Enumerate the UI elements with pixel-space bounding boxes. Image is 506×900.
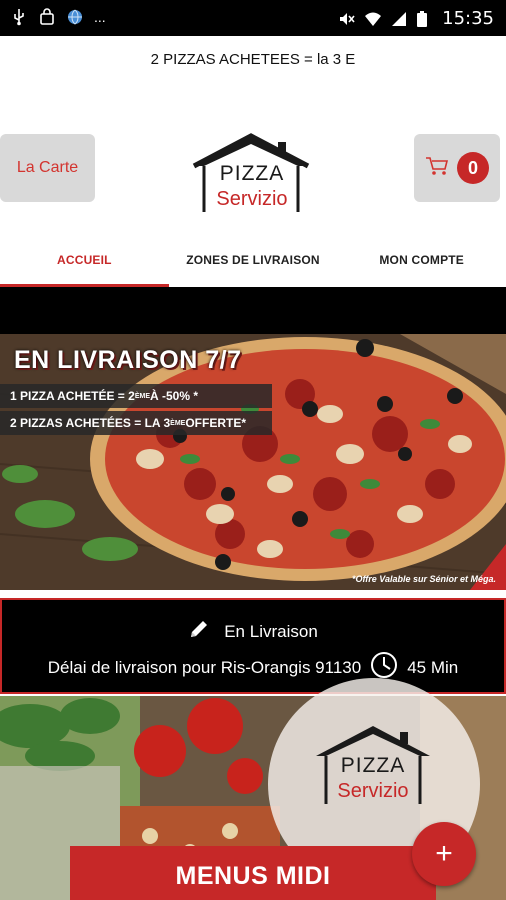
delivery-info[interactable]: En Livraison Délai de livraison pour Ris… (0, 598, 506, 694)
status-bar: ... 15:35 (0, 0, 506, 36)
delivery-time: 45 Min (407, 657, 459, 677)
black-band (0, 287, 506, 334)
pizza-servizio-logo[interactable]: PIZZA Servizio (186, 132, 316, 216)
tab-label: MON COMPTE (379, 252, 465, 267)
status-bar-left: ... (10, 8, 106, 26)
app-header: La Carte PIZZA Servizio 0 (0, 82, 506, 232)
delivery-delay-row: Délai de livraison pour Ris-Orangis 9113… (2, 650, 504, 685)
promo-line-2: 2 PIZZAS ACHETÉES = LA 3 ÈME OFFERTE* (0, 411, 272, 435)
delivery-mode-row: En Livraison (2, 618, 504, 645)
globe-icon (66, 8, 84, 26)
main-tabs: ACCUEIL ZONES DE LIVRAISON MON COMPTE (0, 232, 506, 287)
promo-ticker: 2 PIZZAS ACHETEES = la 3 E (0, 36, 506, 82)
promo-line-2-sup: ÈME (170, 419, 186, 427)
menus-midi-button[interactable]: MENUS MIDI (70, 846, 436, 900)
promo-line-1: 1 PIZZA ACHETÉE = 2 ÈME À -50% * (0, 384, 272, 408)
logo-word-pizza: PIZZA (219, 162, 285, 185)
battery-icon (416, 10, 434, 28)
logo-overlay-word-servizio: Servizio (337, 780, 409, 802)
cart-icon (425, 155, 449, 182)
promo-line-1-b: À -50% * (149, 389, 199, 403)
mute-icon (338, 10, 356, 28)
delivery-delay-text: Délai de livraison pour Ris-Orangis 9113… (47, 657, 362, 677)
ticker-text: 2 PIZZAS ACHETEES = la 3 E (150, 50, 356, 68)
tab-label: ACCUEIL (56, 252, 112, 267)
tab-label: ZONES DE LIVRAISON (186, 252, 320, 267)
promo-title: EN LIVRAISON 7/7 (14, 346, 242, 374)
tab-mon-compte[interactable]: MON COMPTE (337, 232, 506, 287)
status-bar-right: 15:35 (338, 8, 494, 29)
cart-count-badge: 0 (457, 152, 489, 184)
cart-button[interactable]: 0 (414, 134, 500, 202)
promo-line-2-a: 2 PIZZAS ACHETÉES = LA 3 (10, 416, 171, 430)
menus-midi-label: MENUS MIDI (175, 862, 331, 890)
delivery-mode: En Livraison (224, 621, 318, 641)
logo-overlay-word-pizza: PIZZA (340, 754, 406, 777)
promo-line-1-sup: ÈME (134, 392, 150, 400)
la-carte-label: La Carte (16, 159, 79, 176)
tab-accueil[interactable]: ACCUEIL (0, 232, 169, 287)
logo-word-servizio: Servizio (216, 188, 288, 210)
pizza-servizio-logo-overlay: PIZZA Servizio (310, 722, 436, 808)
pencil-icon[interactable] (188, 618, 210, 645)
add-fab-button[interactable]: + (412, 822, 476, 886)
bag-icon (38, 8, 56, 26)
promo-line-1-a: 1 PIZZA ACHETÉE = 2 (10, 389, 135, 403)
la-carte-button[interactable]: La Carte (0, 134, 95, 202)
usb-icon (10, 8, 28, 26)
separator (0, 590, 506, 598)
more-icon: ... (94, 9, 106, 25)
promo-footnote: *Offre Valable sur Sénior et Méga. (351, 574, 496, 584)
wifi-icon (364, 10, 382, 28)
promo-line-2-b: OFFERTE* (185, 416, 246, 430)
signal-icon (390, 10, 408, 28)
tab-zones-de-livraison[interactable]: ZONES DE LIVRAISON (169, 232, 338, 287)
plus-icon: + (435, 837, 453, 870)
promo-banner[interactable]: EN LIVRAISON 7/7 1 PIZZA ACHETÉE = 2 ÈME … (0, 334, 506, 590)
clock: 15:35 (442, 8, 494, 29)
